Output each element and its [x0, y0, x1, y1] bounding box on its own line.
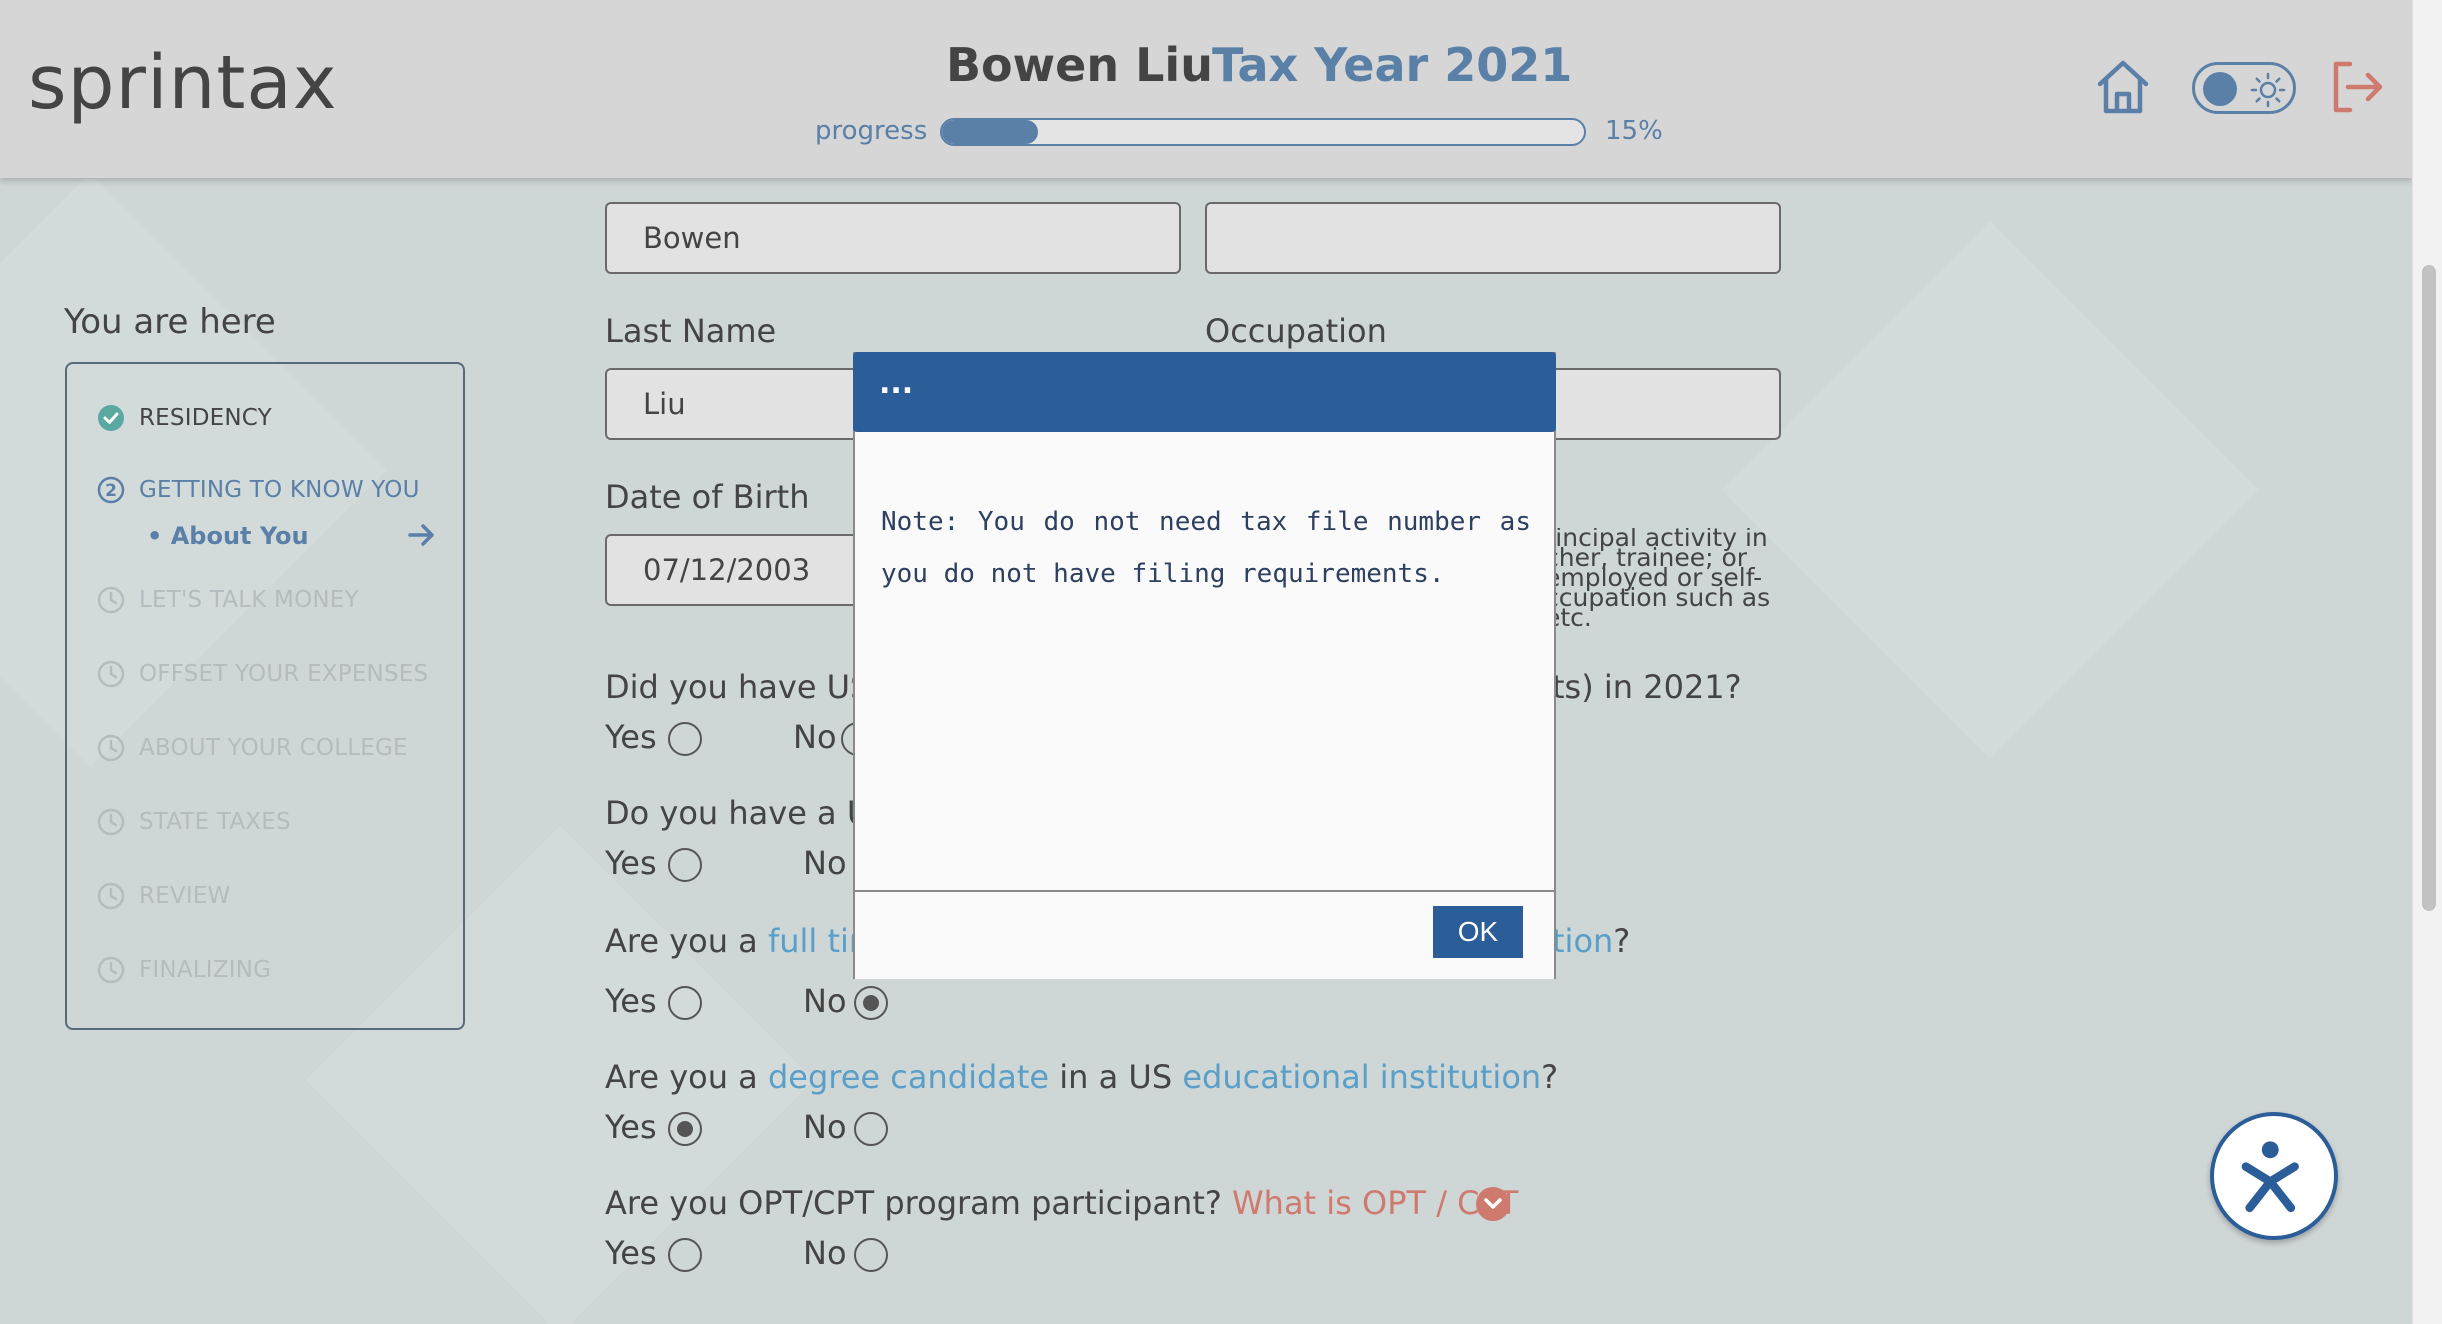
toggle-knob — [2203, 72, 2237, 106]
person-icon — [2241, 1141, 2299, 1213]
q5-no-radio[interactable] — [854, 1238, 888, 1272]
step-residency[interactable]: RESIDENCY — [97, 404, 272, 432]
clock-icon — [97, 956, 125, 984]
home-icon[interactable] — [2092, 56, 2154, 118]
q1-yes-radio[interactable] — [668, 722, 702, 756]
clock-icon — [97, 882, 125, 910]
dob-label: Date of Birth — [605, 478, 810, 516]
step-label: ABOUT YOUR COLLEGE — [139, 735, 408, 761]
yes-label: Yes — [605, 1108, 657, 1146]
note-dialog: ... Note: You do not need tax file numbe… — [853, 352, 1556, 979]
degree-candidate-link[interactable]: degree candidate — [768, 1058, 1049, 1096]
step-label: GETTING TO KNOW YOU — [139, 477, 420, 503]
no-label: No — [803, 844, 847, 882]
educational-institution-link[interactable]: educational institution — [1182, 1058, 1541, 1096]
step-label: STATE TAXES — [139, 809, 291, 835]
no-label: No — [793, 718, 837, 756]
tax-year-title: Tax Year 2021 — [1212, 38, 1573, 92]
q4-no-radio[interactable] — [854, 1112, 888, 1146]
clock-icon — [97, 586, 125, 614]
no-label: No — [803, 1234, 847, 1272]
ok-button[interactable]: OK — [1433, 906, 1523, 958]
question-us-tax-number: Do you have a US — [605, 794, 891, 832]
no-label: No — [803, 1108, 847, 1146]
step-state-taxes: STATE TAXES — [97, 808, 291, 836]
accessibility-help-button[interactable] — [2210, 1112, 2338, 1240]
substep-about-you[interactable]: • About You — [147, 522, 309, 550]
question-us-income-end: ts) in 2021? — [1552, 668, 1742, 706]
progress-bar — [940, 118, 1586, 146]
app-header: sprintax Bowen Liu Tax Year 2021 progres… — [0, 0, 2412, 178]
q3-no-radio[interactable] — [854, 986, 888, 1020]
sun-icon — [2250, 72, 2286, 108]
question-opt-cpt: Are you OPT/CPT program participant? Wha… — [605, 1184, 1519, 1222]
check-circle-icon — [98, 405, 124, 431]
arrow-right-icon — [408, 524, 434, 546]
progress-label: progress — [815, 116, 928, 146]
question-full-time-student-end: tion? — [1552, 922, 1631, 960]
svg-text:2: 2 — [105, 481, 117, 501]
q5-yes-radio[interactable] — [668, 1238, 702, 1272]
question-degree-candidate: Are you a degree candidate in a US educa… — [605, 1058, 1559, 1096]
step-label: OFFSET YOUR EXPENSES — [139, 661, 429, 687]
logout-icon[interactable] — [2328, 58, 2386, 116]
clock-icon — [97, 734, 125, 762]
clock-icon — [97, 808, 125, 836]
background-shape — [1721, 221, 2259, 759]
yes-label: Yes — [605, 844, 657, 882]
sprintax-logo[interactable]: sprintax — [28, 40, 338, 126]
step-finalizing: FINALIZING — [97, 956, 271, 984]
theme-toggle[interactable] — [2192, 62, 2296, 114]
last-name-label: Last Name — [605, 312, 777, 350]
occupation-help-text: rincipal activity in cher, trainee; or e… — [1545, 528, 1771, 628]
step-label: REVIEW — [139, 883, 231, 909]
step-getting-to-know-you[interactable]: 2 GETTING TO KNOW YOU — [97, 476, 420, 504]
clock-icon — [97, 660, 125, 688]
step-review: REVIEW — [97, 882, 231, 910]
yes-label: Yes — [605, 1234, 657, 1272]
q3-yes-radio[interactable] — [668, 986, 702, 1020]
page-scrollbar[interactable] — [2412, 0, 2442, 1324]
dialog-title: ... — [853, 352, 1556, 432]
scrollbar-thumb[interactable] — [2422, 265, 2436, 911]
dialog-message: Note: You do not need tax file number as… — [881, 507, 1531, 589]
step-label: FINALIZING — [139, 957, 272, 983]
q4-yes-radio[interactable] — [668, 1112, 702, 1146]
first-name-input[interactable]: Bowen — [605, 202, 1181, 274]
no-label: No — [803, 982, 847, 1020]
occupation-label: Occupation — [1205, 312, 1387, 350]
q2-yes-radio[interactable] — [668, 848, 702, 882]
step-lets-talk-money: LET'S TALK MONEY — [97, 586, 359, 614]
step-label: LET'S TALK MONEY — [139, 587, 359, 613]
step-label: RESIDENCY — [139, 405, 272, 431]
chevron-down-icon[interactable] — [1476, 1187, 1510, 1221]
progress-bar-fill — [942, 120, 1039, 144]
dialog-footer: OK — [855, 890, 1554, 979]
sidebar-title: You are here — [64, 302, 276, 342]
step-about-your-college: ABOUT YOUR COLLEGE — [97, 734, 408, 762]
yes-label: Yes — [605, 982, 657, 1020]
progress-steps-panel: RESIDENCY 2 GETTING TO KNOW YOU • About … — [65, 362, 465, 1030]
middle-name-input[interactable] — [1205, 202, 1781, 274]
step-offset-your-expenses: OFFSET YOUR EXPENSES — [97, 660, 428, 688]
yes-label: Yes — [605, 718, 657, 756]
question-us-income: Did you have US — [605, 668, 871, 706]
step-number-icon: 2 — [97, 476, 125, 504]
progress-percent: 15% — [1605, 116, 1663, 146]
user-name: Bowen Liu — [946, 38, 1213, 92]
educational-institution-link[interactable]: tion — [1552, 922, 1613, 960]
